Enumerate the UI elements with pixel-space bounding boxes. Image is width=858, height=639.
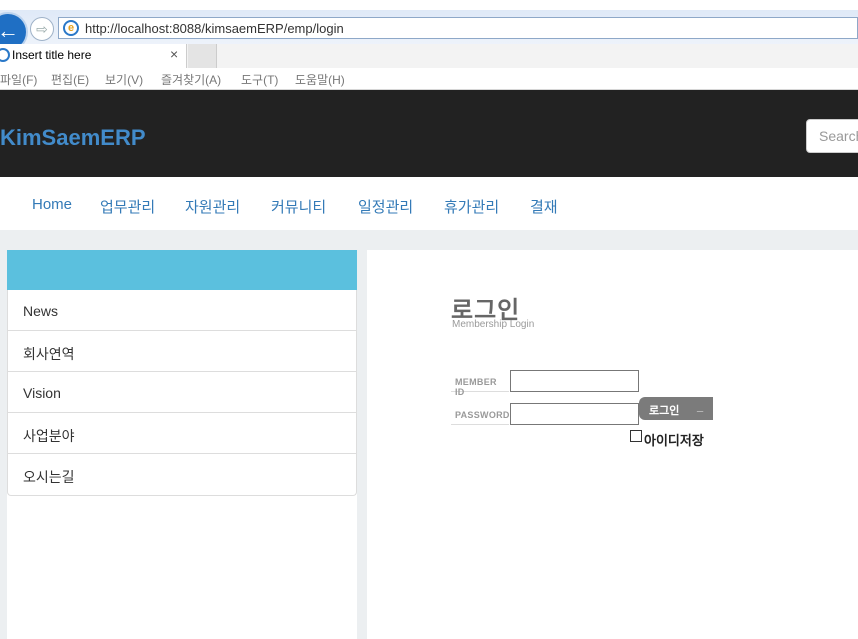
browser-tab[interactable]: Insert title here × (0, 44, 187, 68)
url-text: http://localhost:8088/kimsaemERP/emp/log… (85, 21, 344, 36)
login-panel: 로그인 Membership Login MEMBER ID PASSWORD … (367, 250, 858, 639)
sidebar-item-history[interactable]: 회사연역 (8, 331, 356, 372)
login-button-label: 로그인 (649, 405, 680, 417)
nav-vacation[interactable]: 휴가관리 (444, 196, 499, 217)
top-navbar: KimSaemERP Search (0, 90, 858, 177)
sidebar-item-news[interactable]: News (8, 290, 356, 331)
sidebar-item-business[interactable]: 사업분야 (8, 413, 356, 454)
nav-community[interactable]: 커뮤니티 (271, 196, 326, 217)
new-tab-button[interactable] (188, 44, 217, 68)
sidebar-list: News 회사연역 Vision 사업분야 오시는길 (7, 290, 357, 496)
member-id-input[interactable] (510, 370, 639, 392)
tab-ie-icon (0, 48, 10, 62)
nav-schedule[interactable]: 일정관리 (358, 196, 413, 217)
sidebar-item-label: 오시는길 (23, 469, 75, 485)
password-label: PASSWORD (451, 403, 509, 425)
password-input[interactable] (510, 403, 639, 425)
sidebar-header (7, 250, 357, 290)
login-button[interactable]: 로그인 _ (639, 397, 713, 420)
menu-view[interactable]: 보기(V) (105, 71, 143, 88)
menu-bar: 파일(F) 편집(E) 보기(V) 즐겨찾기(A) 도구(T) 도움말(H) (0, 68, 858, 90)
menu-edit[interactable]: 편집(E) (51, 71, 89, 88)
forward-button[interactable]: ⇨ (30, 17, 54, 41)
nav-home[interactable]: Home (32, 196, 72, 213)
nav-work[interactable]: 업무관리 (100, 196, 155, 217)
menu-file[interactable]: 파일(F) (0, 71, 37, 88)
menu-help[interactable]: 도움말(H) (295, 71, 345, 88)
member-id-label: MEMBER ID (451, 370, 509, 397)
sidebar-item-directions[interactable]: 오시는길 (8, 454, 356, 495)
main-nav: Home 업무관리 자원관리 커뮤니티 일정관리 휴가관리 결재 (0, 177, 858, 230)
ie-logo-icon: e (63, 20, 79, 36)
sidebar: News 회사연역 Vision 사업분야 오시는길 (7, 250, 357, 639)
login-subtitle: Membership Login (452, 319, 535, 330)
nav-resource[interactable]: 자원관리 (185, 196, 240, 217)
tab-close-icon[interactable]: × (170, 46, 178, 62)
remember-id-checkbox[interactable] (630, 430, 642, 442)
tab-title: Insert title here (12, 48, 92, 62)
brand-link[interactable]: KimSaemERP (0, 125, 146, 151)
menu-favorites[interactable]: 즐겨찾기(A) (161, 71, 221, 88)
sidebar-item-label: 사업분야 (23, 428, 75, 444)
login-button-glyph: _ (697, 401, 704, 413)
browser-chrome: ← ⇨ e http://localhost:8088/kimsaemERP/e… (0, 0, 858, 90)
remember-id-label[interactable]: 아이디저장 (644, 430, 704, 449)
search-input[interactable]: Search (806, 119, 858, 153)
sidebar-item-label: 회사연역 (23, 346, 75, 362)
sidebar-item-label: Vision (23, 385, 61, 401)
sidebar-item-vision[interactable]: Vision (8, 372, 356, 413)
nav-approval[interactable]: 결재 (530, 196, 558, 217)
tab-strip: Insert title here × (0, 44, 858, 69)
sidebar-item-label: News (23, 303, 59, 319)
url-field[interactable]: e http://localhost:8088/kimsaemERP/emp/l… (58, 17, 858, 39)
menu-tools[interactable]: 도구(T) (241, 71, 278, 88)
